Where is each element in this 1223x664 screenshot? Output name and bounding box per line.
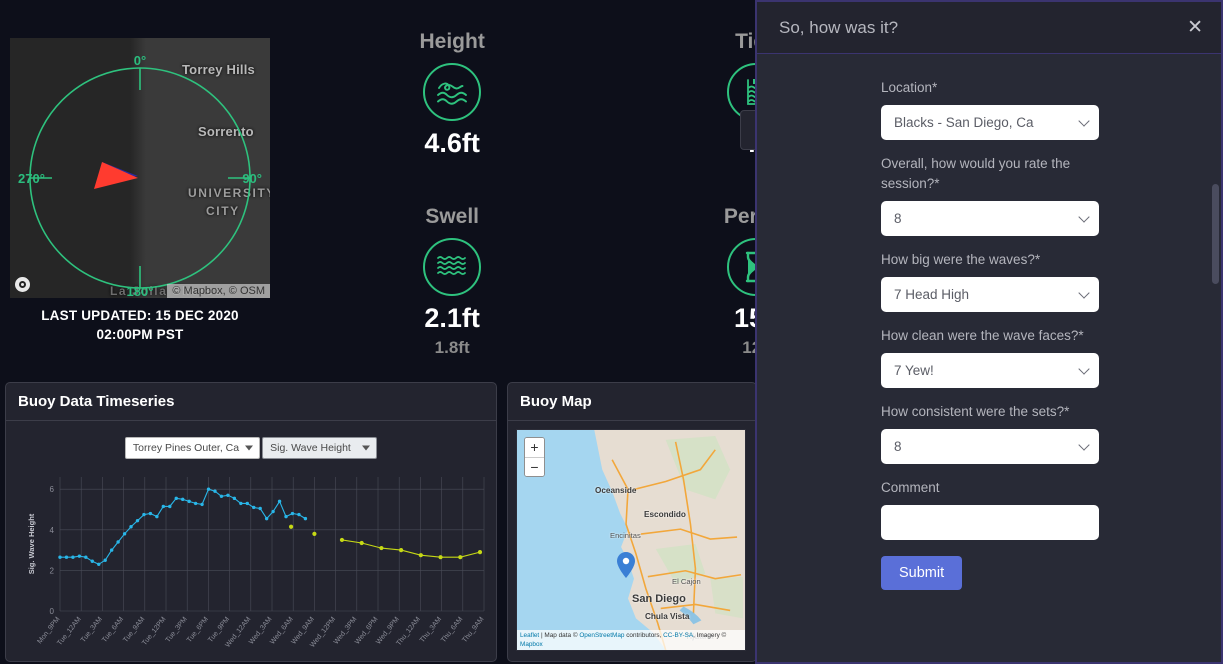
last-updated: LAST UPDATED: 15 DEC 2020 02:00PM PST	[10, 306, 270, 344]
compass-column: Torrey Hills Sorrento UNIVERSITY CITY La…	[0, 0, 280, 372]
stat-value: 4.6ft	[424, 128, 480, 158]
land-shape	[594, 430, 745, 650]
modal-body: Location* Blacks - San Diego, Ca Overall…	[757, 54, 1221, 662]
map-attribution: Leaflet | Map data © OpenStreetMap contr…	[517, 630, 745, 650]
mapbox-logo-icon	[15, 277, 30, 292]
map-city-label: Encinitas	[610, 531, 641, 540]
stat-swell: Swell 2.1ft 1.8ft	[300, 205, 604, 358]
map-city-label: El Cajon	[672, 577, 701, 586]
close-icon[interactable]: ✕	[1187, 16, 1203, 39]
panel-title: Buoy Data Timeseries	[6, 383, 496, 421]
attr-text: contributors,	[624, 632, 664, 639]
chevron-down-icon	[245, 445, 254, 451]
chevron-down-icon	[1078, 439, 1090, 451]
session-log-modal: So, how was it? ✕ Location* Blacks - San…	[755, 0, 1223, 664]
stat-title: Height	[419, 30, 485, 53]
field-label-wave-size: How big were the waves?*	[881, 252, 1041, 267]
wave-cleanliness-select-value: 7 Yew!	[894, 363, 934, 378]
svg-text:0: 0	[50, 607, 55, 616]
stat-value: 2.1ft	[424, 303, 480, 333]
last-updated-date: LAST UPDATED: 15 DEC 2020	[41, 308, 239, 323]
svg-text:Sig. Wave Height: Sig. Wave Height	[27, 513, 36, 574]
wind-direction-arrow	[94, 162, 138, 189]
leaflet-map[interactable]: Oceanside Escondido Encinitas El Cajon S…	[516, 429, 746, 651]
buoy-select[interactable]: Torrey Pines Outer, Ca	[124, 437, 261, 459]
wave-cleanliness-select[interactable]: 7 Yew!	[881, 353, 1099, 388]
map-city-label: Escondido	[644, 510, 686, 519]
compass-map[interactable]: Torrey Hills Sorrento UNIVERSITY CITY La…	[10, 38, 270, 298]
session-form: Location* Blacks - San Diego, Ca Overall…	[881, 78, 1099, 590]
modal-header: So, how was it? ✕	[757, 2, 1221, 54]
buoy-marker-pin[interactable]	[617, 552, 635, 578]
svg-text:180°: 180°	[127, 284, 154, 298]
field-label-rating: Overall, how would you rate the session?…	[881, 156, 1071, 191]
field-label-consistency: How consistent were the sets?*	[881, 404, 1070, 419]
zoom-out-button[interactable]: −	[525, 457, 544, 476]
buoy-map-panel: Buoy Map Oceanside Escondido Encinitas E…	[507, 382, 757, 662]
chevron-down-icon	[1078, 211, 1090, 223]
field-label-comment: Comment	[881, 480, 940, 495]
attr-text: , Imagery ©	[693, 632, 727, 639]
map-city-label: San Diego	[632, 593, 686, 605]
stat-title: Swell	[425, 205, 480, 228]
map-body: Oceanside Escondido Encinitas El Cajon S…	[508, 421, 756, 659]
map-attribution: © Mapbox, © OSM	[167, 284, 270, 298]
modal-scrollbar[interactable]	[1212, 184, 1219, 284]
map-city-label: Oceanside	[595, 486, 637, 495]
svg-text:0°: 0°	[134, 53, 146, 68]
map-zoom-controls[interactable]: + −	[524, 437, 545, 477]
osm-link[interactable]: OpenStreetMap	[579, 632, 624, 639]
attr-text: | Map data ©	[539, 632, 580, 639]
panel-title: Buoy Map	[508, 383, 756, 421]
mapbox-link[interactable]: Mapbox	[520, 641, 543, 648]
chart-controls: Torrey Pines Outer, Ca Sig. Wave Height	[14, 437, 488, 459]
svg-text:90°: 90°	[242, 171, 262, 186]
consistency-select[interactable]: 8	[881, 429, 1099, 464]
field-label-location: Location*	[881, 80, 938, 95]
license-link[interactable]: CC-BY-SA	[663, 632, 693, 639]
surf-dashboard: Torrey Hills Sorrento UNIVERSITY CITY La…	[0, 0, 1223, 664]
leaflet-link[interactable]: Leaflet	[520, 632, 539, 639]
stat-sub: 1.8ft	[434, 338, 470, 357]
chevron-down-icon	[1078, 363, 1090, 375]
comment-input[interactable]	[881, 505, 1099, 540]
svg-text:Thu_9AM: Thu_9AM	[461, 616, 485, 644]
location-select-value: Blacks - San Diego, Ca	[894, 115, 1034, 130]
buoy-select-value: Torrey Pines Outer, Ca	[132, 442, 240, 454]
rating-select-value: 8	[894, 211, 902, 226]
wave-size-select[interactable]: 7 Head High	[881, 277, 1099, 312]
timeseries-chart[interactable]: 0 2 4 6 Sig. Wave Height Mon_9PM Tue_12AM Tue_3…	[14, 463, 490, 663]
rating-select[interactable]: 8	[881, 201, 1099, 236]
svg-text:270°: 270°	[18, 171, 45, 186]
consistency-select-value: 8	[894, 439, 902, 454]
wave-size-select-value: 7 Head High	[894, 287, 970, 302]
metric-select[interactable]: Sig. Wave Height	[262, 437, 378, 459]
svg-text:4: 4	[50, 526, 55, 535]
map-city-label: Chula Vista	[645, 612, 690, 621]
zoom-in-button[interactable]: +	[525, 438, 544, 457]
chevron-down-icon	[1078, 115, 1090, 127]
modal-title: So, how was it?	[779, 17, 899, 37]
svg-text:6: 6	[50, 485, 55, 494]
svg-text:2: 2	[50, 566, 55, 575]
field-label-wave-cleanliness: How clean were the wave faces?*	[881, 328, 1084, 343]
compass-overlay: 0° 90° 180° 270°	[18, 53, 262, 298]
submit-button[interactable]: Submit	[881, 556, 963, 590]
location-select[interactable]: Blacks - San Diego, Ca	[881, 105, 1099, 140]
swell-icon	[423, 238, 482, 296]
buoy-timeseries-panel: Buoy Data Timeseries Torrey Pines Outer,…	[5, 382, 497, 662]
chart-body: Torrey Pines Outer, Ca Sig. Wave Height …	[6, 421, 496, 664]
metric-select-value: Sig. Wave Height	[270, 442, 351, 454]
chevron-down-icon	[1078, 287, 1090, 299]
stat-height: Height 4.6ft	[300, 30, 604, 191]
chevron-down-icon	[362, 445, 371, 451]
last-updated-time: 02:00PM PST	[96, 327, 184, 342]
wave-height-icon	[423, 63, 482, 121]
